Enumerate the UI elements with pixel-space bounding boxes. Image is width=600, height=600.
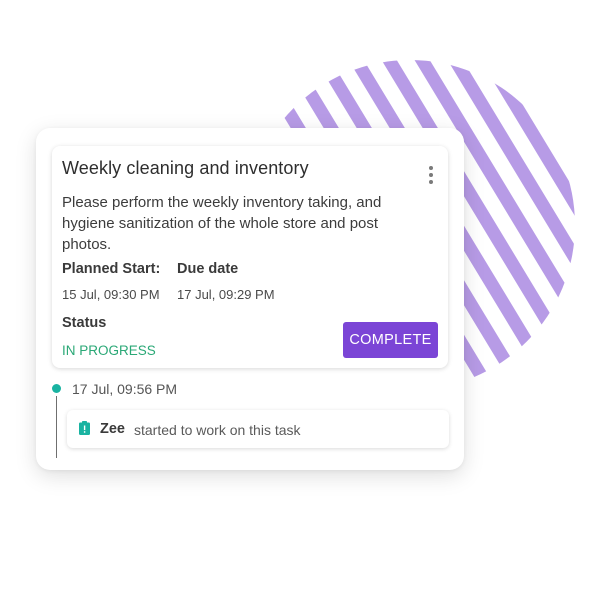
status-label: Status	[62, 315, 107, 331]
planned-start-value: 15 Jul, 09:30 PM	[62, 287, 160, 302]
stage: Weekly cleaning and inventory Please per…	[0, 0, 600, 600]
status-value: IN PROGRESS	[62, 343, 156, 358]
task-title: Weekly cleaning and inventory	[62, 158, 309, 178]
activity-message: started to work on this task	[134, 422, 301, 438]
task-description: Please perform the weekly inventory taki…	[62, 194, 382, 253]
complete-button[interactable]: COMPLETE	[343, 322, 438, 358]
activity-timestamp: 17 Jul, 09:56 PM	[72, 381, 178, 397]
due-date-value: 17 Jul, 09:29 PM	[177, 287, 275, 302]
activity-entry: Zee started to work on this task	[67, 410, 449, 448]
clipboard-alert-icon	[79, 421, 90, 435]
timeline-dot	[52, 384, 61, 393]
activity-user: Zee	[100, 421, 125, 437]
due-date-label: Due date	[177, 261, 239, 277]
more-vertical-icon[interactable]	[426, 166, 436, 188]
planned-start-label: Planned Start:	[62, 261, 161, 277]
task-card: Weekly cleaning and inventory Please per…	[52, 146, 448, 368]
timeline-line	[56, 396, 57, 458]
